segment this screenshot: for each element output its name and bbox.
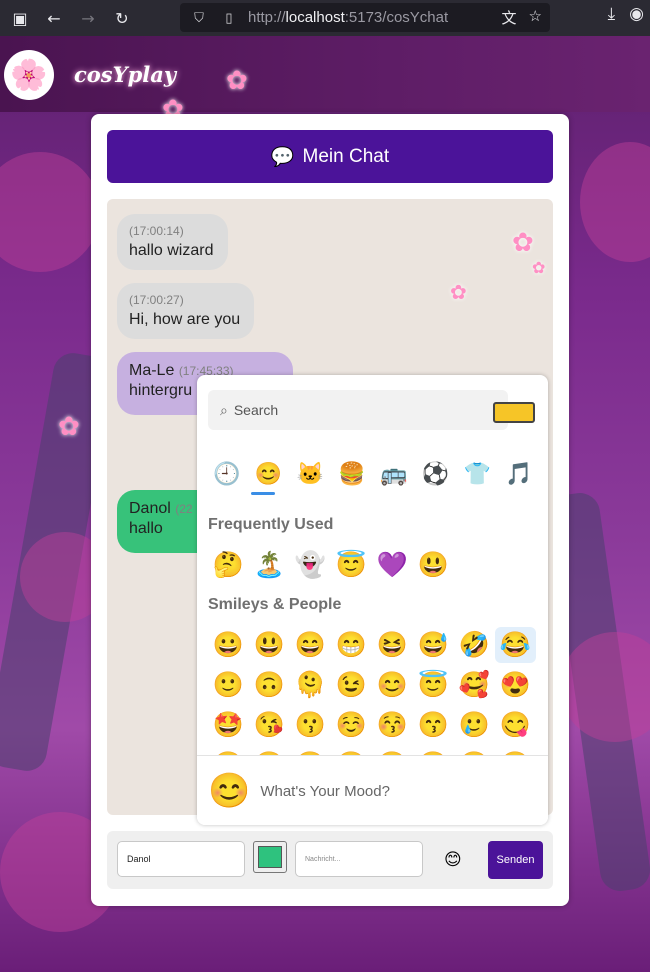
message-time: (17:00:27) <box>129 293 184 307</box>
speech-bubble-icon: 💬 <box>270 146 295 168</box>
address-bar[interactable]: ⛉ ▯ http://localhost:5173/cosYchat 文 ☆ <box>180 3 550 32</box>
blossom-decoration: ✿ <box>532 258 546 277</box>
reload-icon[interactable]: ↻ <box>108 4 136 32</box>
message-text: hallo wizard <box>129 242 214 259</box>
emoji-picker: ⌕ Search 🕘 😊 🐱 🍔 🚌 ⚽ 👕 🎵 Frequently Used 🤔 🏝️ 👻 😇 💜… <box>197 375 548 825</box>
emoji-item[interactable]: 🥰 <box>454 667 495 703</box>
emoji-item[interactable]: 😇 <box>331 547 372 583</box>
emoji-preview-footer: 😊 What's Your Mood? <box>197 755 548 825</box>
blossom-decoration: ✿ <box>512 228 534 258</box>
emoji-item[interactable]: 🤩 <box>208 707 249 743</box>
username-value: Danol <box>127 854 151 864</box>
emoji-item[interactable]: 😉 <box>331 667 372 703</box>
page-icon: ▯ <box>225 9 233 25</box>
emoji-category-tabs: 🕘 😊 🐱 🍔 🚌 ⚽ 👕 🎵 <box>208 461 538 491</box>
emoji-item[interactable]: 😁 <box>331 627 372 663</box>
frequently-used-row: 🤔 🏝️ 👻 😇 💜 😃 <box>208 547 454 583</box>
emoji-item[interactable]: 🫠 <box>290 667 331 703</box>
translate-icon[interactable]: 文 <box>502 7 517 28</box>
download-icon[interactable]: ⤓ <box>608 4 616 24</box>
emoji-item[interactable]: 😃 <box>249 627 290 663</box>
emoji-item[interactable]: 😃 <box>413 547 454 583</box>
skin-tone-selector[interactable] <box>493 402 535 423</box>
emoji-item[interactable]: 🤣 <box>454 627 495 663</box>
emoji-search-input[interactable]: ⌕ Search <box>208 390 508 430</box>
search-placeholder: Search <box>233 402 279 418</box>
bookmark-star-icon[interactable]: ☆ <box>529 7 542 28</box>
emoji-category-tab[interactable]: 🕘 <box>208 461 246 491</box>
blossom-decoration: ✿ <box>226 66 248 96</box>
sidebar-icon[interactable]: ▣ <box>6 4 34 32</box>
emoji-item[interactable]: 😋 <box>495 707 536 743</box>
message-input-bar: Danol Nachricht... 😊 Senden <box>107 831 553 889</box>
shield-icon[interactable]: ⛉ <box>188 10 210 26</box>
emoji-item[interactable]: 🤔 <box>208 547 249 583</box>
chat-title: Mein Chat <box>302 145 390 167</box>
emoji-category-tab[interactable]: 🍔 <box>333 461 371 491</box>
emoji-button[interactable]: 😊 <box>444 850 462 870</box>
emoji-item[interactable]: 😚 <box>372 707 413 743</box>
message-sender: Danol <box>129 500 171 517</box>
emoji-category-tab[interactable]: ⚽ <box>417 461 455 491</box>
emoji-category-tab[interactable]: 🎵 <box>500 461 538 491</box>
emoji-row: 😀 😃 😄 😁 😆 😅 🤣 😂 <box>208 627 536 663</box>
message-field[interactable]: Nachricht... <box>295 841 423 877</box>
mood-preview-emoji: 😊 <box>208 772 251 810</box>
account-icon[interactable]: ◉ <box>629 4 644 24</box>
message-bubble: (17:00:14) hallo wizard <box>117 214 228 270</box>
emoji-item[interactable]: 👻 <box>290 547 331 583</box>
smileys-title: Smileys & People <box>208 596 342 613</box>
emoji-item[interactable]: 🙂 <box>208 667 249 703</box>
emoji-category-tab[interactable]: 🚌 <box>375 461 413 491</box>
brand-title: cosYplay <box>74 62 177 87</box>
emoji-row: 🤩 😘 😗 ☺️ 😚 😙 🥲 😋 <box>208 707 536 743</box>
app-header: 🌸 cosYplay <box>0 36 650 112</box>
blossom-decoration: ✿ <box>450 280 467 304</box>
message-placeholder: Nachricht... <box>305 855 341 863</box>
emoji-item[interactable]: 🏝️ <box>249 547 290 583</box>
emoji-item[interactable]: 🥲 <box>454 707 495 743</box>
emoji-row: 🙂 🙃 🫠 😉 😊 😇 🥰 😍 <box>208 667 536 703</box>
message-time: (17:00:14) <box>129 224 184 238</box>
username-field[interactable]: Danol <box>117 841 245 877</box>
message-time: (22 <box>175 502 193 516</box>
emoji-item[interactable]: 💜 <box>372 547 413 583</box>
forward-icon[interactable]: → <box>74 4 102 32</box>
emoji-item[interactable]: 😂 <box>495 627 536 663</box>
emoji-category-tab[interactable]: 😊 <box>250 461 288 491</box>
color-swatch <box>258 846 282 868</box>
emoji-category-tab[interactable]: 🐱 <box>292 461 330 491</box>
emoji-item[interactable]: 😘 <box>249 707 290 743</box>
url-text[interactable]: http://localhost:5173/cosYchat <box>248 9 448 26</box>
emoji-item[interactable]: 😄 <box>290 627 331 663</box>
chat-title-bar: 💬 Mein Chat <box>107 130 553 183</box>
frequently-used-title: Frequently Used <box>208 516 334 533</box>
active-category-indicator <box>251 492 275 495</box>
message-sender: Ma-Le <box>129 362 175 379</box>
message-bubble: (17:00:27) Hi, how are you <box>117 283 254 339</box>
send-button[interactable]: Senden <box>488 841 543 879</box>
emoji-category-tab[interactable]: 👕 <box>459 461 497 491</box>
back-icon[interactable]: ← <box>40 4 68 32</box>
mood-text: What's Your Mood? <box>260 782 390 800</box>
blossom-decoration: ✿ <box>58 412 80 442</box>
emoji-item[interactable]: 😅 <box>413 627 454 663</box>
color-picker[interactable] <box>253 841 287 873</box>
emoji-item[interactable]: 😙 <box>413 707 454 743</box>
emoji-item[interactable]: 😊 <box>372 667 413 703</box>
emoji-item[interactable]: 😗 <box>290 707 331 743</box>
browser-toolbar: ▣ ← → ↻ ⛉ ▯ http://localhost:5173/cosYch… <box>0 0 650 36</box>
emoji-item[interactable]: 😇 <box>413 667 454 703</box>
emoji-item[interactable]: 🙃 <box>249 667 290 703</box>
emoji-item[interactable]: 😆 <box>372 627 413 663</box>
logo[interactable]: 🌸 <box>4 50 54 100</box>
emoji-item[interactable]: 😍 <box>495 667 536 703</box>
search-icon: ⌕ <box>220 401 228 418</box>
emoji-item[interactable]: 😀 <box>208 627 249 663</box>
message-text: Hi, how are you <box>129 311 241 328</box>
emoji-item[interactable]: ☺️ <box>331 707 372 743</box>
